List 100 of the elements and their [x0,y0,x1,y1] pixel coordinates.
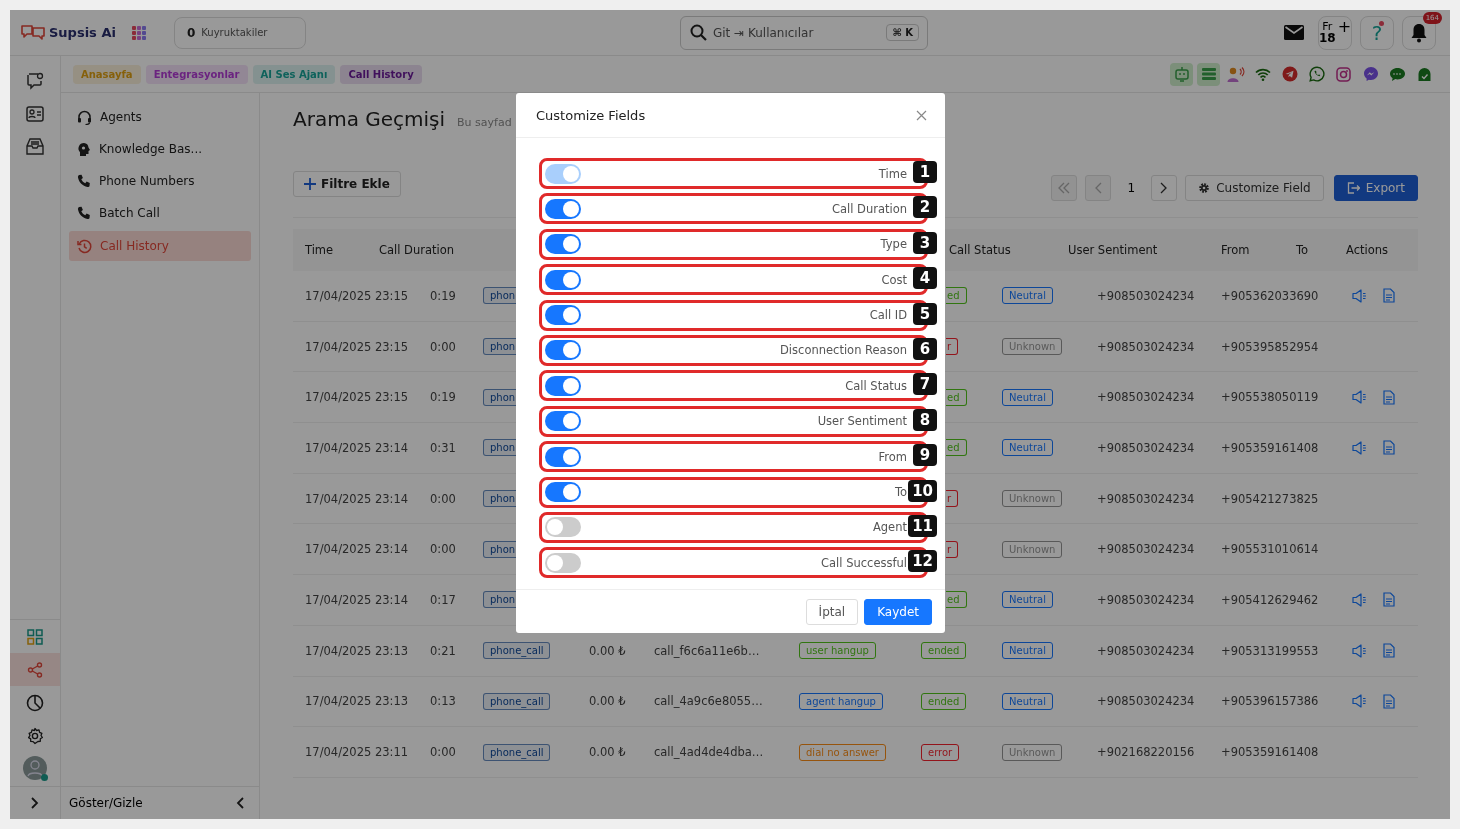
table-cell-text: 17/04/2025 23:14 [305,491,410,506]
toggle-switch[interactable] [545,517,581,538]
person-speaking-icon[interactable] [1226,66,1245,82]
speaker-icon[interactable] [1352,592,1367,607]
table-cell-text: 17/04/2025 23:13 [305,694,410,709]
paper-plane-icon[interactable] [1281,66,1298,82]
toggle-switch[interactable] [545,269,581,290]
table-cell-text: 0:19 [430,288,457,303]
toggle-switch[interactable] [545,375,581,396]
speaker-icon[interactable] [1352,694,1367,709]
field-label: Agent [872,520,907,535]
table-cell: call_4ad4de4dba… [654,745,764,760]
apps-grid-icon[interactable] [131,25,146,40]
number-badge: 3 [913,231,937,254]
plus-icon [304,178,316,190]
document-icon[interactable] [1383,592,1395,608]
table-cell-text: 17/04/2025 23:15 [305,288,410,303]
export-button[interactable]: Export [1333,175,1418,201]
toggle-switch[interactable] [545,198,581,219]
table-cell: 0.00 ₺ [589,643,626,658]
mail-icon[interactable] [1284,25,1304,40]
status-tag: ed [946,439,967,457]
table-cell-text: +905531010614 [1221,542,1320,557]
sentiment-tag: Unknown [1002,338,1063,356]
toggle-switch[interactable] [545,234,581,255]
sentiment-tag: Neutral [1002,287,1053,305]
number-badge: 6 [913,337,937,360]
toggle-switch[interactable] [545,446,581,467]
user-avatar[interactable] [23,756,47,780]
add-filter-button[interactable]: Filtre Ekle [293,171,401,197]
lightning-bubble-icon[interactable] [1362,66,1379,82]
status-tag: ended [921,692,967,710]
headset-icon [77,109,92,125]
first-page-button[interactable] [1051,175,1078,201]
sentiment-tag: Unknown [1002,743,1063,761]
expand-chevron-icon[interactable] [30,797,40,809]
share-icon [27,661,43,678]
cancel-button[interactable]: İptal [805,598,859,625]
table-cell-text: +908503024234 [1097,592,1196,607]
sidebar-item[interactable]: Knowledge Bas... [69,133,251,165]
document-icon[interactable] [1383,693,1395,709]
number-badge: 11 [908,514,937,537]
speaker-icon[interactable] [1352,440,1367,455]
sidebar-item[interactable]: Agents [69,101,251,133]
column-header: From [1221,243,1250,257]
table-cell-text: +905313199553 [1221,643,1320,658]
document-icon[interactable] [1383,288,1395,304]
queue-counter[interactable]: 0 Kuyruktakiler [173,16,306,49]
sidebar-item[interactable]: Batch Call [69,197,251,229]
customize-field-button[interactable]: Customize Field [1185,175,1324,201]
contact-card-icon [26,105,44,122]
save-button[interactable]: Kaydet [864,598,932,625]
status-tag: ed [946,287,967,305]
toggle-switch[interactable] [545,411,581,432]
field-label: User Sentiment [817,414,907,429]
chat-bubble-icon[interactable] [1389,66,1406,82]
document-icon[interactable] [1383,389,1395,405]
field-label: Type [880,237,907,252]
next-page-button[interactable] [1151,175,1178,201]
speaker-icon[interactable] [1352,288,1367,303]
camera-icon[interactable] [1336,66,1351,82]
toggle-switch[interactable] [545,552,581,573]
table-cell-text: +908503024234 [1097,491,1196,506]
settings-icon [26,726,44,745]
show-hide-label: Göster/Gizle [69,796,143,810]
sentiment-tag: Unknown [1002,490,1063,508]
settings-icon [1198,182,1211,194]
toggle-switch[interactable] [545,482,581,502]
column-header: Call Duration [379,243,455,257]
document-icon[interactable] [1383,440,1395,456]
number-badge: 12 [908,550,937,573]
sentiment-tag: Neutral [1002,642,1053,660]
app-name: Supsis Ai [49,25,116,40]
table-cell-text: 0:19 [430,390,457,405]
list-icon[interactable] [1200,67,1217,81]
breadcrumb-tab[interactable]: Call History [340,64,422,84]
close-icon[interactable] [916,109,927,121]
field-label: From [878,449,907,464]
table-cell: 0.00 ₺ [589,745,626,760]
table-cell-text: 17/04/2025 23:11 [305,745,410,760]
double-chevron-left-icon [1058,182,1071,194]
sidebar-item[interactable]: Phone Numbers [69,165,251,197]
status-tag: r [946,490,959,508]
table-cell-text: +908503024234 [1097,339,1196,354]
toggle-switch[interactable] [545,305,581,326]
number-badge: 10 [908,479,937,502]
document-icon[interactable] [1383,643,1395,659]
robot-icon[interactable] [1173,66,1190,82]
toggle-switch[interactable] [545,340,581,361]
dialog-title: Customize Fields [536,107,646,123]
table-cell-text: +908503024234 [1097,390,1196,405]
number-badge: 7 [913,373,937,396]
table-cell-text: +905412629462 [1221,592,1320,607]
speaker-icon[interactable] [1352,390,1367,405]
table-cell-text: 0:31 [430,440,457,455]
wifi-icon[interactable] [1254,67,1271,81]
phone-icon [77,206,91,220]
phone-bubble-icon[interactable] [1308,66,1325,82]
speaker-icon[interactable] [1352,643,1367,658]
collapse-chevron-icon[interactable] [236,797,245,809]
